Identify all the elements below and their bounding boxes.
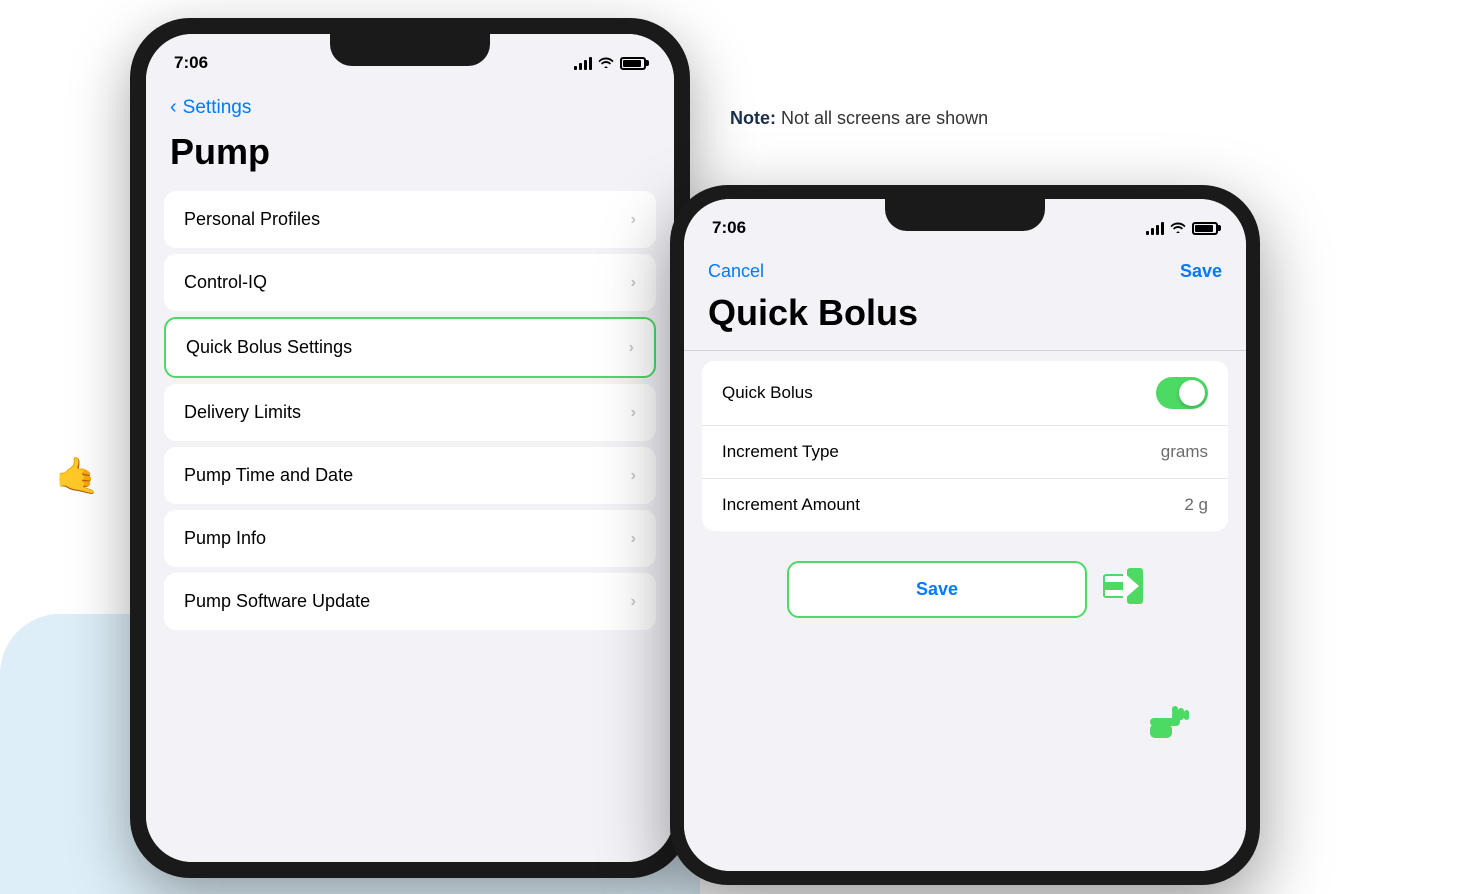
chevron-right-icon: › xyxy=(631,593,636,611)
quick-bolus-toggle[interactable] xyxy=(1156,377,1208,409)
battery-icon xyxy=(1192,222,1218,235)
pump-page-title: Pump xyxy=(146,125,674,191)
phone1-time: 7:06 xyxy=(174,53,208,73)
menu-item-pump-time-date[interactable]: Pump Time and Date › xyxy=(164,447,656,504)
save-nav-button[interactable]: Save xyxy=(1180,261,1222,282)
quick-bolus-settings-section: Quick Bolus Increment Type grams Increme… xyxy=(702,361,1228,531)
chevron-right-icon: › xyxy=(631,467,636,485)
save-button[interactable]: Save xyxy=(787,561,1087,618)
phone2-status-icons xyxy=(1146,221,1218,236)
chevron-right-icon: › xyxy=(631,404,636,422)
chevron-right-icon: › xyxy=(631,211,636,229)
quick-bolus-label: Quick Bolus xyxy=(722,383,813,403)
phone1-status-icons xyxy=(574,56,646,71)
note-body: Not all screens are shown xyxy=(776,108,988,128)
menu-item-label: Quick Bolus Settings xyxy=(186,337,352,358)
menu-item-control-iq[interactable]: Control-IQ › xyxy=(164,254,656,311)
wifi-icon xyxy=(598,56,614,71)
note-prefix: Note: xyxy=(730,108,776,128)
menu-item-label: Pump Time and Date xyxy=(184,465,353,486)
increment-amount-label: Increment Amount xyxy=(722,495,860,515)
save-button-container: Save xyxy=(684,541,1246,638)
quick-bolus-row: Quick Bolus xyxy=(702,361,1228,425)
quick-bolus-title: Quick Bolus xyxy=(684,288,1246,350)
back-label: Settings xyxy=(183,97,252,119)
phone1-notch xyxy=(330,34,490,66)
menu-item-quick-bolus-settings[interactable]: Quick Bolus Settings › xyxy=(164,317,656,378)
menu-item-delivery-limits[interactable]: Delivery Limits › xyxy=(164,384,656,441)
phone1-screen: 7:06 xyxy=(146,34,674,862)
phone2-navigation: Cancel Save xyxy=(684,249,1246,288)
increment-type-row[interactable]: Increment Type grams xyxy=(702,425,1228,478)
phone2-notch xyxy=(885,199,1045,231)
menu-item-pump-software-update[interactable]: Pump Software Update › xyxy=(164,573,656,630)
increment-type-value: grams xyxy=(1161,442,1208,462)
phone1-content: ‹ Settings Pump Personal Profiles › Cont… xyxy=(146,84,674,862)
phone2-device: 7:06 xyxy=(670,185,1260,885)
phone2-time: 7:06 xyxy=(712,218,746,238)
menu-item-label: Pump Info xyxy=(184,528,266,549)
menu-item-personal-profiles[interactable]: Personal Profiles › xyxy=(164,191,656,248)
save-icon xyxy=(1103,568,1143,612)
signal-icon xyxy=(574,56,592,70)
wifi-icon xyxy=(1170,221,1186,236)
signal-icon xyxy=(1146,221,1164,235)
battery-icon xyxy=(620,57,646,70)
menu-item-pump-info[interactable]: Pump Info › xyxy=(164,510,656,567)
toggle-thumb xyxy=(1179,380,1205,406)
increment-amount-value: 2 g xyxy=(1184,495,1208,515)
menu-item-label: Pump Software Update xyxy=(184,591,370,612)
phone1-device: 7:06 xyxy=(130,18,690,878)
phone2-screen: 7:06 xyxy=(684,199,1246,871)
cancel-button[interactable]: Cancel xyxy=(708,261,764,282)
back-navigation[interactable]: ‹ Settings xyxy=(146,84,674,125)
hand-icon-left: 🤙 xyxy=(55,455,100,497)
note-text: Note: Not all screens are shown xyxy=(730,108,988,129)
pump-menu-list: Personal Profiles › Control-IQ › Quick B… xyxy=(146,191,674,630)
increment-amount-row[interactable]: Increment Amount 2 g xyxy=(702,478,1228,531)
chevron-right-icon: › xyxy=(631,530,636,548)
hand-icon-right xyxy=(1148,700,1190,751)
menu-item-label: Control-IQ xyxy=(184,272,267,293)
increment-type-label: Increment Type xyxy=(722,442,839,462)
chevron-right-icon: › xyxy=(629,339,634,357)
menu-item-label: Delivery Limits xyxy=(184,402,301,423)
section-divider xyxy=(684,350,1246,351)
chevron-right-icon: › xyxy=(631,274,636,292)
menu-item-label: Personal Profiles xyxy=(184,209,320,230)
phone2-content: Cancel Save Quick Bolus Quick Bolus Incr… xyxy=(684,249,1246,871)
back-chevron-icon: ‹ xyxy=(170,96,177,119)
